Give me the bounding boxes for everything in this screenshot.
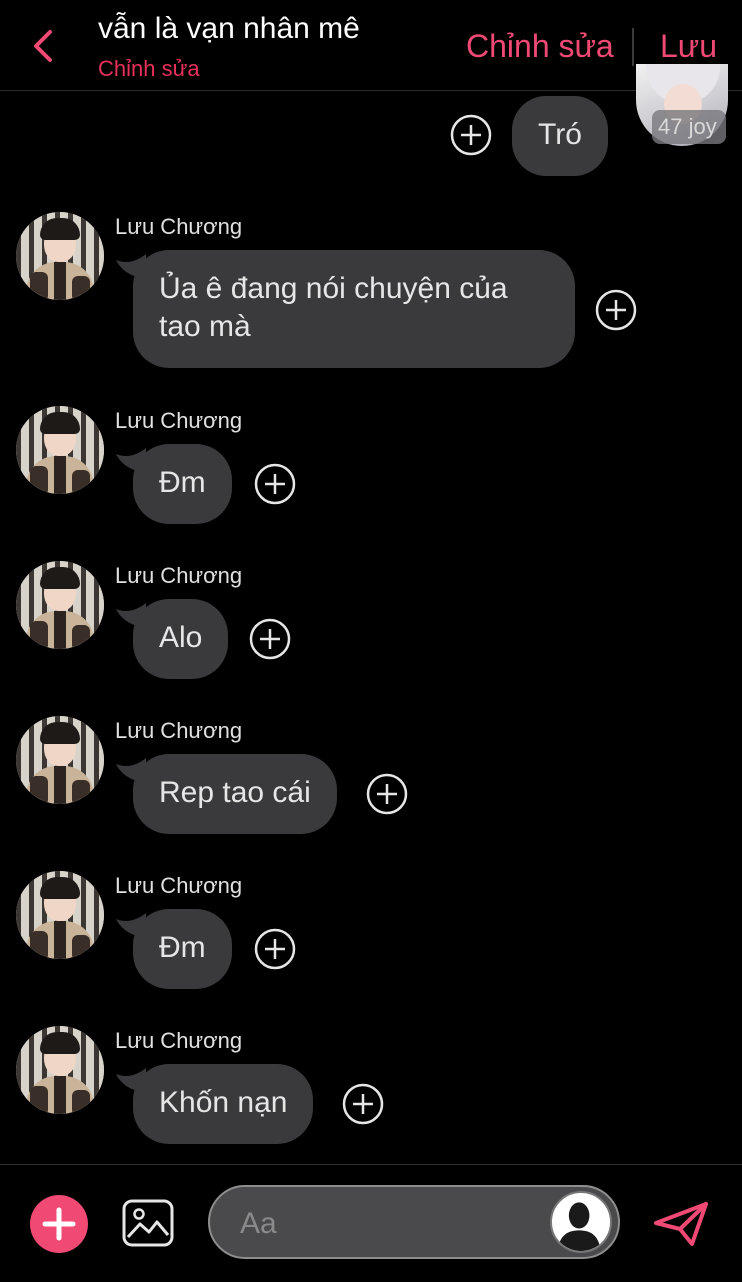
chat-title: vẫn là vạn nhân mê: [98, 12, 360, 45]
edit-button[interactable]: Chỉnh sửa: [466, 28, 614, 65]
character-avatar-button[interactable]: [550, 1191, 612, 1253]
sent-message-bubble[interactable]: Tró: [512, 96, 608, 176]
sender-avatar[interactable]: [16, 406, 104, 494]
sender-avatar[interactable]: [16, 716, 104, 804]
message-bubble[interactable]: Khốn nạn: [133, 1064, 314, 1144]
message-text: Đm: [159, 466, 206, 499]
back-arrow-icon[interactable]: [28, 28, 60, 64]
add-reaction-icon[interactable]: [254, 463, 296, 505]
sender-avatar[interactable]: [16, 1026, 104, 1114]
message-bubble[interactable]: Ủa ê đang nói chuyện của tao mà: [133, 250, 575, 368]
add-reaction-icon[interactable]: [595, 289, 637, 331]
image-icon[interactable]: [122, 1199, 174, 1247]
avatar-badge-text: 47 joy: [658, 114, 717, 139]
add-reaction-icon[interactable]: [254, 928, 296, 970]
sender-avatar[interactable]: [16, 871, 104, 959]
sender-name: Lưu Chương: [115, 563, 243, 588]
message-text: Khốn nạn: [159, 1086, 288, 1119]
sender-name: Lưu Chương: [115, 1028, 243, 1053]
composer-bar: Aa: [0, 1164, 742, 1282]
sender-name: Lưu Chương: [115, 408, 243, 433]
add-reaction-icon[interactable]: [450, 114, 492, 156]
chat-header: vẫn là vạn nhân mê Chỉnh sửa Chỉnh sửa L…: [0, 0, 742, 91]
send-icon[interactable]: [652, 1201, 710, 1247]
sender-name: Lưu Chương: [115, 873, 243, 898]
message-text: Rep tao cái: [159, 776, 311, 809]
chat-subtitle[interactable]: Chỉnh sửa: [98, 56, 200, 82]
message-text: Alo: [159, 621, 203, 654]
message-bubble[interactable]: Alo: [133, 599, 229, 679]
sender-name: Lưu Chương: [115, 214, 243, 239]
message-bubble[interactable]: Rep tao cái: [133, 754, 337, 834]
add-reaction-icon[interactable]: [249, 618, 291, 660]
avatar-badge: 47 joy: [652, 110, 726, 144]
user-icon: [557, 1202, 601, 1251]
add-reaction-icon[interactable]: [366, 773, 408, 815]
save-button[interactable]: Lưu: [660, 28, 717, 65]
add-reaction-icon[interactable]: [342, 1083, 384, 1125]
header-divider: [632, 28, 634, 66]
add-button[interactable]: [30, 1195, 88, 1253]
sent-message-text: Tró: [538, 118, 582, 151]
message-input-placeholder: Aa: [240, 1207, 277, 1240]
sender-avatar[interactable]: [16, 561, 104, 649]
message-input[interactable]: Aa: [208, 1185, 620, 1259]
message-text: Đm: [159, 931, 206, 964]
sender-name: Lưu Chương: [115, 718, 243, 743]
message-bubble[interactable]: Đm: [133, 909, 232, 989]
sender-avatar[interactable]: [16, 212, 104, 300]
plus-icon: [42, 1207, 76, 1241]
message-text-line: tao mà: [159, 310, 251, 343]
message-text-line: Ủa ê đang nói chuyện của: [159, 272, 508, 305]
message-bubble[interactable]: Đm: [133, 444, 232, 524]
